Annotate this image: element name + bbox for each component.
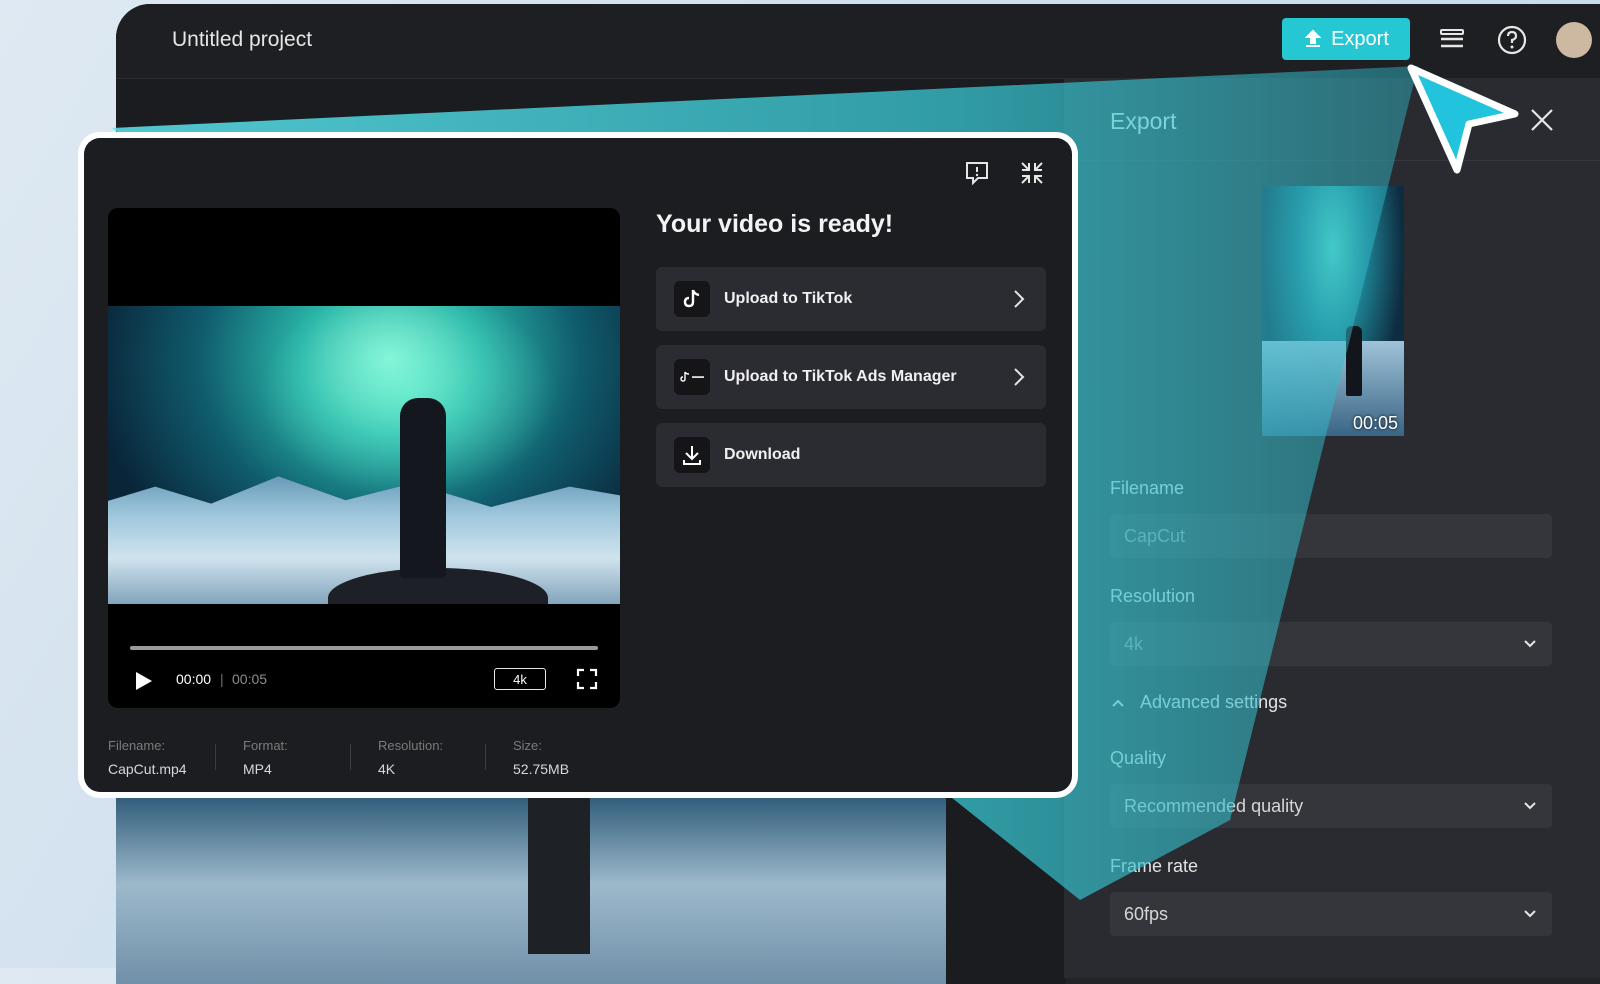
quality-label: Quality bbox=[1110, 748, 1167, 768]
ready-heading: Your video is ready! bbox=[656, 210, 894, 238]
export-button-label: Export bbox=[1331, 27, 1389, 50]
duration: 00:05 bbox=[232, 671, 268, 687]
standing-figure bbox=[400, 398, 446, 578]
meta-value: 52.75MB bbox=[513, 761, 570, 777]
video-frame bbox=[108, 306, 620, 604]
option-label: Download bbox=[724, 446, 801, 463]
layers-icon[interactable] bbox=[1436, 24, 1468, 56]
meta-key: Resolution: bbox=[378, 738, 444, 753]
download-button[interactable]: Download bbox=[656, 423, 1046, 487]
resolution-select[interactable]: 4k bbox=[1110, 622, 1552, 666]
thumbnail-duration: 00:05 bbox=[1352, 413, 1398, 433]
chevron-down-icon bbox=[1524, 640, 1536, 648]
meta-value: CapCut.mp4 bbox=[108, 761, 187, 777]
feedback-icon[interactable] bbox=[962, 158, 992, 188]
time-separator: | bbox=[220, 671, 224, 687]
project-title[interactable]: Untitled project bbox=[172, 28, 312, 52]
frame-rate-value: 60fps bbox=[1124, 903, 1169, 924]
chevron-right-icon bbox=[1014, 368, 1025, 386]
progress-bar[interactable] bbox=[130, 646, 598, 650]
background-figure bbox=[528, 794, 590, 954]
resolution-label: Resolution bbox=[1110, 586, 1196, 606]
filename-label: Filename bbox=[1110, 478, 1185, 498]
export-button[interactable]: Export bbox=[1282, 18, 1410, 60]
meta-divider bbox=[485, 744, 486, 770]
video-thumbnail: 00:05 bbox=[1262, 186, 1404, 436]
quality-select[interactable]: Recommended quality bbox=[1110, 784, 1552, 828]
advanced-settings-toggle[interactable]: Advanced settings bbox=[1110, 692, 1287, 713]
ads-logo-mark: ▬▬ bbox=[692, 374, 704, 380]
meta-resolution: Resolution: 4K bbox=[378, 738, 443, 777]
chevron-right-icon bbox=[1014, 290, 1025, 308]
fullscreen-icon[interactable] bbox=[576, 668, 598, 690]
top-bar: Untitled project Export bbox=[116, 4, 1600, 79]
meta-size: Size: 52.75MB bbox=[513, 738, 569, 777]
meta-divider bbox=[215, 744, 216, 770]
quality-badge[interactable]: 4k bbox=[494, 668, 546, 690]
meta-key: Filename: bbox=[108, 738, 166, 753]
meta-value: MP4 bbox=[243, 761, 272, 777]
meta-key: Size: bbox=[513, 738, 542, 753]
quality-value: Recommended quality bbox=[1124, 795, 1304, 816]
resolution-value: 4k bbox=[1124, 633, 1144, 654]
advanced-settings-label: Advanced settings bbox=[1140, 692, 1288, 712]
meta-format: Format: MP4 bbox=[243, 738, 288, 777]
close-icon[interactable] bbox=[1528, 106, 1556, 134]
minimize-icon[interactable] bbox=[1017, 158, 1047, 188]
meta-divider bbox=[350, 744, 351, 770]
meta-value: 4K bbox=[378, 761, 396, 777]
help-icon[interactable] bbox=[1496, 24, 1528, 56]
frame-rate-select[interactable]: 60fps bbox=[1110, 892, 1552, 936]
chevron-up-icon bbox=[1112, 699, 1124, 707]
option-label: Upload to TikTok Ads Manager bbox=[724, 368, 957, 385]
meta-filename: Filename: CapCut.mp4 bbox=[108, 738, 187, 777]
thumbnail-figure bbox=[1346, 326, 1362, 396]
download-icon bbox=[674, 437, 710, 473]
upload-tiktok-button[interactable]: Upload to TikTok bbox=[656, 267, 1046, 331]
play-icon[interactable] bbox=[132, 670, 154, 692]
tiktok-ads-icon: ▬▬ bbox=[674, 359, 710, 395]
frame-rate-label: Frame rate bbox=[1110, 856, 1199, 876]
avatar[interactable] bbox=[1556, 22, 1592, 58]
export-panel: Export 00:05 Filename CapCut Resolution … bbox=[1064, 78, 1600, 978]
current-time: 00:00 bbox=[176, 671, 212, 687]
tiktok-icon bbox=[674, 281, 710, 317]
option-label: Upload to TikTok bbox=[724, 290, 853, 307]
chevron-down-icon bbox=[1524, 802, 1536, 810]
filename-input[interactable]: CapCut bbox=[1110, 514, 1552, 558]
upload-icon bbox=[1304, 29, 1322, 47]
pointer-cursor-icon bbox=[1407, 64, 1519, 174]
chevron-down-icon bbox=[1524, 910, 1536, 918]
video-player[interactable]: 00:00 | 00:05 4k bbox=[108, 208, 620, 708]
filename-value: CapCut bbox=[1124, 525, 1186, 546]
export-panel-title: Export bbox=[1110, 108, 1177, 134]
meta-key: Format: bbox=[243, 738, 288, 753]
upload-tiktok-ads-button[interactable]: ▬▬ Upload to TikTok Ads Manager bbox=[656, 345, 1046, 409]
